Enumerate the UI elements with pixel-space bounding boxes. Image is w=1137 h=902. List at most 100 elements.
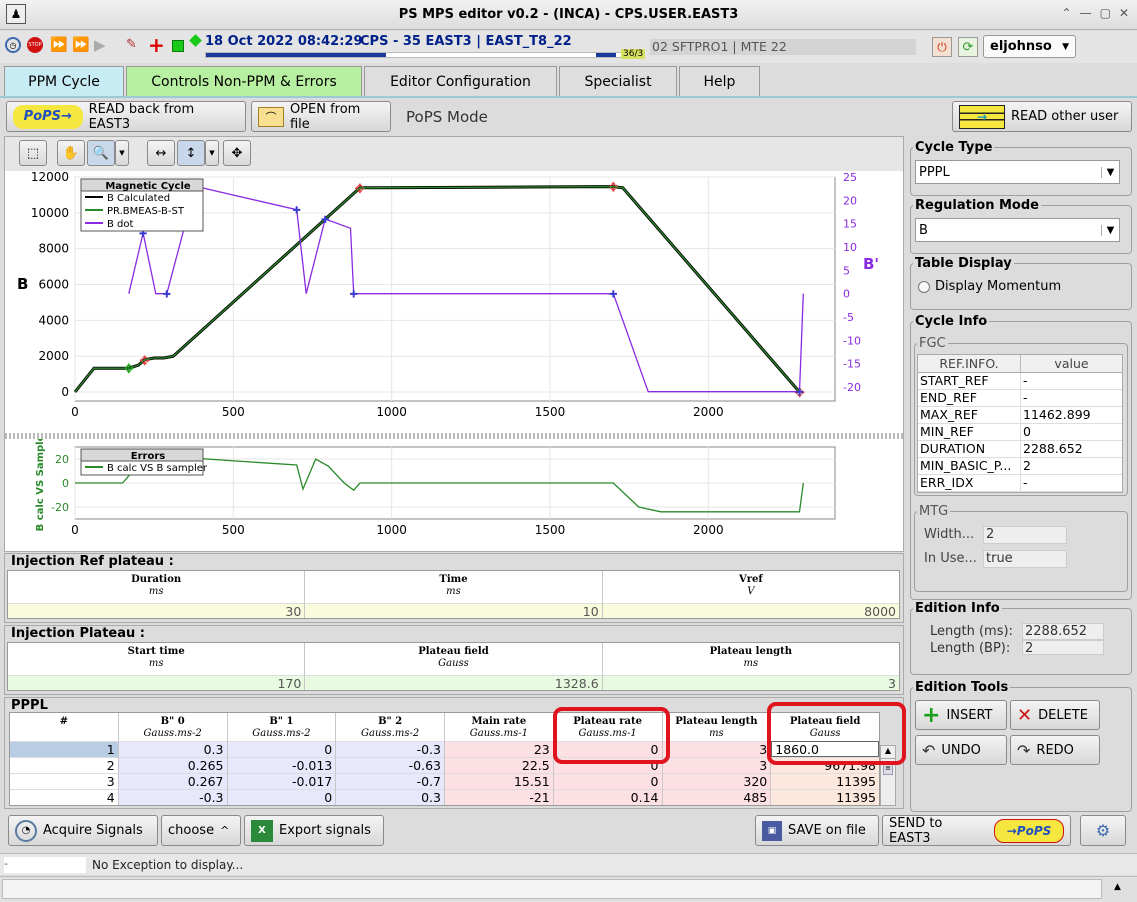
vertical-zoom-icon[interactable]: ↕ [177,140,205,166]
y2-tick-label: 5 [843,264,850,277]
choose-dropdown[interactable]: choose ^ [161,815,241,846]
user-select[interactable]: eljohnso ▼ [983,35,1076,58]
param-value[interactable]: 10 [305,603,602,619]
green-square-icon [172,40,184,52]
run-icon[interactable]: ▶ [94,36,106,54]
pppl-cell[interactable]: 0.3 [336,789,444,805]
maximize-icon[interactable]: ▢ [1100,6,1111,20]
tab-help[interactable]: Help [679,66,760,96]
pppl-cell[interactable]: 22.5 [445,757,553,773]
pppl-cell[interactable]: 1 [10,741,118,757]
pppl-cell[interactable]: 23 [445,741,553,757]
pppl-header: # [10,713,118,741]
pppl-header-name: B" 1 [269,716,294,727]
pppl-cell[interactable]: 0 [553,773,662,789]
pppl-cell[interactable]: 0.14 [553,789,662,805]
fgc-value: 0 [1023,424,1031,439]
param-value[interactable]: 30 [8,603,305,619]
axis-menu-icon[interactable]: ▼ [205,140,219,166]
pppl-cell[interactable]: 485 [662,789,771,805]
pppl-cell[interactable]: 0 [227,789,336,805]
length-ms-label: Length (ms): [930,624,1013,639]
param-name: Duration [131,574,182,585]
read-back-button[interactable]: PoPS→ READ back from EAST3 [6,101,246,132]
horizontal-zoom-icon[interactable]: ↔ [147,140,175,166]
pppl-cell[interactable]: -0.017 [227,773,336,789]
redo-button[interactable]: ↷ REDO [1010,735,1100,765]
pppl-cell[interactable]: -0.63 [336,757,444,773]
redo-icon: ↷ [1017,740,1031,760]
play-icon[interactable]: ⏩ [50,37,67,53]
display-momentum-radio[interactable]: Display Momentum [918,279,1061,294]
errors-chart[interactable]: 0 500 1000 1500 2000-20020B calc VS Sample Er… [5,439,903,551]
tab-controls[interactable]: Controls Non-PPM & Errors [126,66,362,96]
shade-icon[interactable]: ⌃ [1062,6,1072,20]
pppl-cell[interactable]: 320 [662,773,771,789]
pppl-cell[interactable]: 15.51 [445,773,553,789]
undo-button[interactable]: ↶ UNDO [915,735,1007,765]
pppl-cell[interactable]: 4 [10,789,118,805]
param-column: Duration ms 30 [8,571,306,619]
clock-icon[interactable]: ◷ [5,37,21,53]
settings-button[interactable]: ⚙ [1080,815,1126,846]
y2-tick-label: 15 [843,218,857,231]
pppl-cell[interactable]: 11395 [771,789,879,805]
tab-ppm-cycle[interactable]: PPM Cycle [4,66,124,96]
pppl-cell[interactable]: -0.3 [118,789,227,805]
pppl-cell[interactable]: 3 [10,773,118,789]
reg-mode-select[interactable]: B ▼ [915,218,1120,242]
param-value[interactable]: 170 [8,675,305,691]
pppl-cell[interactable]: -0.3 [336,741,444,757]
cycle-type-select[interactable]: PPPL ▼ [915,160,1120,184]
fit-icon[interactable]: ⬚ [19,140,47,166]
pppl-cell[interactable]: 0.3 [118,741,227,757]
pppl-cell[interactable]: 3 [662,741,771,757]
minimize-icon[interactable]: — [1080,6,1092,20]
pppl-cell[interactable]: 11395 [771,773,879,789]
zoom-icon[interactable]: 🔍 [87,140,115,166]
magnetic-cycle-chart[interactable]: 0 500 1000 1500 2000 0 2000 4000 6000 8000 10000 12… [5,171,903,433]
move-icon[interactable]: ✥ [223,140,251,166]
expand-up-icon[interactable]: ▲ [1114,882,1121,892]
power-icon[interactable]: ⏻ [932,37,952,57]
read-back-label: READ back from EAST3 [88,101,195,132]
pppl-cell[interactable]: -0.013 [227,757,336,773]
stop-icon[interactable]: STOP [27,37,43,53]
pan-hand-icon[interactable]: ✋ [57,140,85,166]
save-file-button[interactable]: ▣ SAVE on file [755,815,879,846]
fgc-key: DURATION [918,441,1021,457]
fgc-row: MIN_BASIC_P... 2 [918,458,1122,475]
close-icon[interactable]: ✕ [1119,6,1129,20]
open-file-button[interactable]: ⌒ OPEN from file [251,101,391,132]
read-other-button[interactable]: → READ other user [952,101,1132,132]
zoom-menu-icon[interactable]: ▼ [115,140,129,166]
pppl-cell[interactable]: -0.7 [336,773,444,789]
acquire-signals-button[interactable]: ◔ Acquire Signals [8,815,158,846]
tab-specialist[interactable]: Specialist [559,66,677,96]
fgc-key: START_REF [918,373,1021,389]
pppl-cell[interactable]: -21 [445,789,553,805]
export-signals-button[interactable]: X Export signals [244,815,384,846]
pppl-cell[interactable]: 3 [662,757,771,773]
refresh-icon[interactable]: ⟳ [958,37,978,57]
param-value[interactable]: 3 [602,675,899,691]
pppl-cell[interactable]: 0.265 [118,757,227,773]
control-point-marker: ✚ [795,388,803,399]
param-name: Vref [738,574,763,585]
tab-editor-config[interactable]: Editor Configuration [364,66,557,96]
param-value[interactable]: 8000 [602,603,899,619]
y-tick-label: 0 [61,385,69,399]
delete-button[interactable]: ✕ DELETE [1010,700,1100,730]
y-axis-label: B calc VS Sample [35,439,46,531]
pppl-cell[interactable]: 0.267 [118,773,227,789]
send-east3-button[interactable]: SEND to EAST3 →PoPS [882,815,1071,846]
timeline-block [206,53,386,57]
injection-ref-table: Duration ms 30 Time ms 10 Vref V 8000 [7,570,900,619]
param-header: Time ms [305,571,601,603]
eraser-icon[interactable]: ✎ [126,37,137,52]
param-value[interactable]: 1328.6 [305,675,602,691]
pppl-cell[interactable]: 0 [227,741,336,757]
pppl-cell[interactable]: 2 [10,757,118,773]
step-icon[interactable]: ⏩ [72,37,89,53]
insert-button[interactable]: + INSERT [915,700,1007,730]
